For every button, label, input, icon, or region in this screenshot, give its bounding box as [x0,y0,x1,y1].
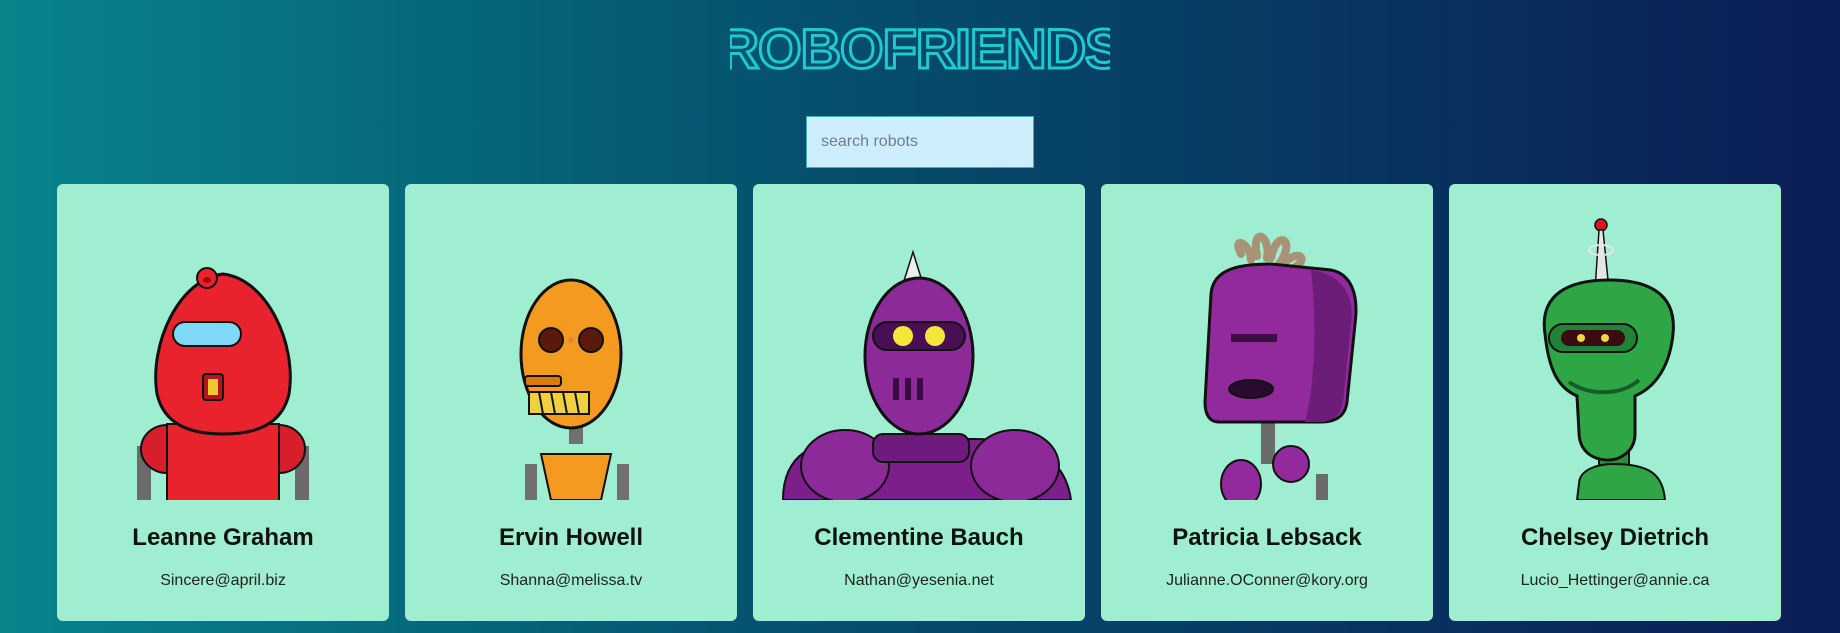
header: ROBOFRIENDS [0,18,1840,78]
green-robot-icon [1449,184,1781,500]
red-robot-icon [57,184,389,500]
robot-name: Leanne Graham [132,524,314,551]
robot-card[interactable]: Chelsey Dietrich Lucio_Hettinger@annie.c… [1449,184,1781,621]
card-list: Leanne Graham Sincere@april.biz Ervin Ho… [57,184,1781,621]
robot-email: Shanna@melissa.tv [499,572,643,589]
app-title: ROBOFRIENDS [730,18,1110,78]
robot-name: Patricia Lebsack [1172,524,1362,551]
robot-name: Ervin Howell [498,524,644,551]
orange-robot-icon [405,184,737,500]
search-box [0,116,1840,168]
robot-name: Clementine Bauch [814,524,1024,551]
robot-card[interactable]: Leanne Graham Sincere@april.biz [57,184,389,621]
robot-email: Sincere@april.biz [160,572,286,589]
app-logo: ROBOFRIENDS [0,18,1840,78]
purple-robot-icon [753,184,1085,500]
robot-email: Julianne.OConner@kory.org [1166,572,1368,589]
robot-email: Nathan@yesenia.net [844,572,994,589]
robot-email: Lucio_Hettinger@annie.ca [1520,572,1710,589]
robot-card[interactable]: Patricia Lebsack Julianne.OConner@kory.o… [1101,184,1433,621]
search-input[interactable] [806,116,1034,168]
purple-box-robot-icon [1101,184,1433,500]
robot-name: Chelsey Dietrich [1520,524,1710,551]
robot-card[interactable]: Clementine Bauch Nathan@yesenia.net [753,184,1085,621]
robot-card[interactable]: Ervin Howell Shanna@melissa.tv [405,184,737,621]
